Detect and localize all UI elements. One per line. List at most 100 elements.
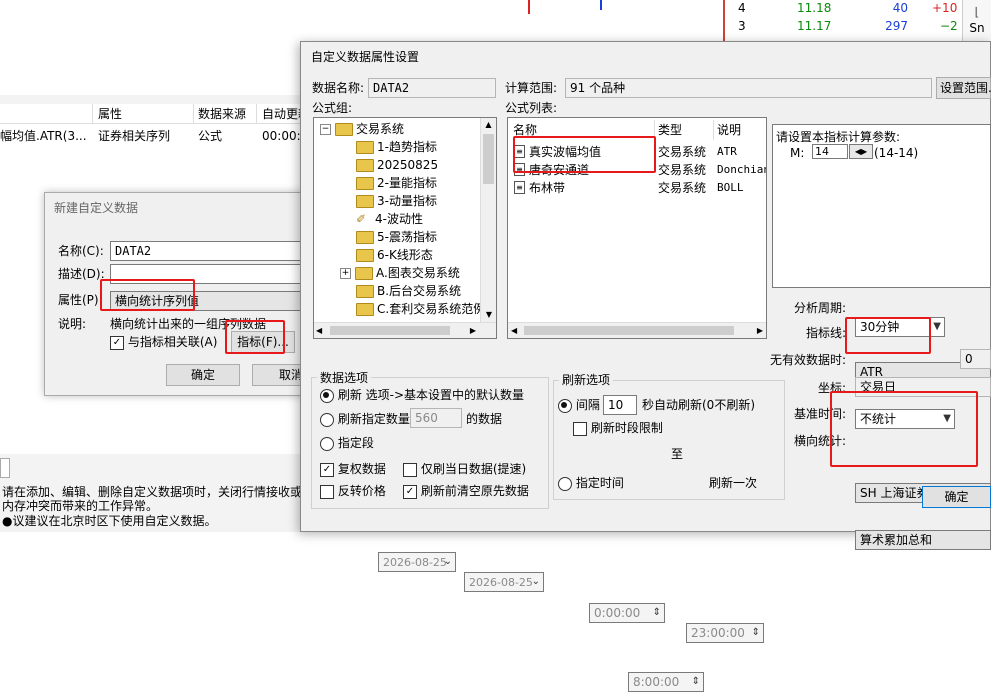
vertical-scrollbar[interactable]: ▲ ▼ <box>480 118 496 322</box>
tree-node[interactable]: − 交易系统 <box>320 120 404 138</box>
radio-icon <box>320 436 334 451</box>
scroll-up-icon[interactable]: ▲ <box>481 118 496 132</box>
group-title: 刷新选项 <box>559 372 614 388</box>
scroll-thumb[interactable] <box>524 326 734 335</box>
scroll-down-icon[interactable]: ▼ <box>481 308 496 322</box>
tree-node[interactable]: 5-震荡指标 <box>356 228 437 246</box>
scroll-right-icon[interactable]: ▶ <box>757 323 763 338</box>
list-header[interactable]: 说明 <box>717 122 741 138</box>
folder-icon <box>356 249 374 262</box>
bg-status-box <box>0 458 10 478</box>
ok-button[interactable]: 确定 <box>922 486 991 508</box>
time-from-picker[interactable]: 0:00:00 ⇕ <box>589 603 665 623</box>
tree-node[interactable]: B.后台交易系统 <box>356 282 461 300</box>
radio-selected-icon <box>558 398 572 413</box>
horizontal-scrollbar[interactable]: ◀ ▶ <box>508 322 766 338</box>
tree-node[interactable]: + A.图表交易系统 <box>340 264 460 282</box>
folder-icon <box>335 123 353 136</box>
scroll-thumb[interactable] <box>483 134 494 184</box>
formula-list-label: 公式列表: <box>505 101 558 115</box>
interval-suffix: 秒自动刷新(0不刷新) <box>642 398 755 412</box>
refresh-count-input[interactable]: 560 <box>410 408 462 428</box>
highlight-box <box>830 391 978 467</box>
param-m-label: M: <box>790 146 805 160</box>
today-only-checkbox[interactable]: 仅刷当日数据(提速) <box>403 461 526 477</box>
clear-before-checkbox[interactable]: ✓ 刷新前清空原先数据 <box>403 483 529 499</box>
time-to-picker[interactable]: 23:00:00 ⇕ <box>686 623 764 643</box>
bg-table-cell[interactable]: 证券相关序列 <box>98 128 170 144</box>
param-spinner[interactable]: ◀▶ <box>849 144 873 159</box>
refresh-default-radio[interactable]: 刷新 选项->基本设置中的默认数量 <box>320 387 524 403</box>
folder-icon <box>355 267 373 280</box>
scroll-right-icon[interactable]: ▶ <box>470 323 476 338</box>
scroll-left-icon[interactable]: ◀ <box>316 323 322 338</box>
indicator-line-label: 指标线: <box>806 326 847 340</box>
bg-table-cell[interactable]: 幅均值.ATR(3... <box>0 128 87 144</box>
adjust-checkbox[interactable]: ✓ 复权数据 <box>320 461 386 477</box>
horizontal-scrollbar[interactable]: ◀ ▶ <box>314 322 496 338</box>
checkbox-icon <box>573 421 587 436</box>
desc-label: 描述(D): <box>58 267 105 281</box>
scroll-thumb[interactable] <box>330 326 450 335</box>
spin-icon: ⇕ <box>652 607 661 618</box>
quote-volume: 40 <box>892 1 908 15</box>
checkbox-icon <box>403 462 417 477</box>
tree-node[interactable]: ✐ 4-波动性 <box>356 210 423 228</box>
chart-icon: ⌊ <box>974 5 980 19</box>
tree-node[interactable]: 3-动量指标 <box>356 192 437 210</box>
checkbox-checked-icon: ✓ <box>320 462 334 477</box>
ok-button[interactable]: 确定 <box>166 364 240 386</box>
scroll-left-icon[interactable]: ◀ <box>511 323 517 338</box>
dialog-title: 新建自定义数据 <box>54 201 139 215</box>
date-range-radio[interactable]: 指定段 <box>320 435 374 451</box>
spin-icon: ⇕ <box>751 627 760 638</box>
list-header[interactable]: 类型 <box>658 122 682 138</box>
time-limit-checkbox[interactable]: 刷新时段限制 <box>573 420 663 436</box>
interval-radio[interactable]: 间隔 <box>558 397 600 413</box>
refresh-count-radio[interactable]: 刷新指定数量 <box>320 411 410 427</box>
radio-icon <box>558 476 572 491</box>
quote-level: 3 <box>738 19 746 33</box>
bg-table-cell[interactable]: 公式 <box>198 128 222 144</box>
reverse-price-checkbox[interactable]: 反转价格 <box>320 483 386 499</box>
column-divider <box>193 104 194 124</box>
list-item[interactable]: ≡ 布林带 交易系统 BOLL <box>508 179 766 197</box>
spin-icon: ⇕ <box>691 676 700 687</box>
side-tab[interactable]: ⌊ Sn <box>962 0 991 42</box>
highlight-box <box>225 320 285 354</box>
bg-table-header-cell[interactable]: 数据来源 <box>198 106 246 122</box>
name-label: 名称(C): <box>58 244 104 258</box>
date-to-picker[interactable]: 2026-08-25 ⌄ <box>464 572 544 592</box>
link-checkbox[interactable]: ✓ 与指标相关联(A) <box>110 334 217 350</box>
fixed-time-suffix: 刷新一次 <box>709 476 758 490</box>
bg-table-header-cell[interactable]: 属性 <box>98 106 122 122</box>
highlight-box <box>513 136 656 173</box>
quote-price: 11.17 <box>797 19 832 33</box>
invalid-data-label: 无有效数据时: <box>770 353 847 367</box>
radio-selected-icon <box>320 388 334 403</box>
fixed-time-picker[interactable]: 8:00:00 ⇕ <box>628 672 704 692</box>
folder-icon <box>356 177 374 190</box>
fixed-time-radio[interactable]: 指定时间 <box>558 475 624 491</box>
formula-group-tree[interactable]: − 交易系统 1-趋势指标 20250825 2-量能指标 3-动量指标 ✐ 4-波… <box>313 117 497 339</box>
set-range-button[interactable]: 设置范围... <box>936 77 991 99</box>
interval-input[interactable]: 10 <box>603 395 637 415</box>
stat-select[interactable]: 算术累加总和 <box>855 530 991 550</box>
formula-doc-icon: ≡ <box>514 181 525 194</box>
name-input[interactable]: DATA2 <box>110 241 314 261</box>
spin-right-icon[interactable]: ▶ <box>861 147 867 156</box>
tree-node[interactable]: C.套利交易系统范例 <box>356 300 485 318</box>
date-from-picker[interactable]: 2026-08-25 ⌄ <box>378 552 456 572</box>
tree-node[interactable]: 20250825 <box>356 156 438 174</box>
highlight-box <box>845 317 931 354</box>
quote-price: 11.18 <box>797 1 832 15</box>
dropdown-arrow-icon: ⌄ <box>443 556 452 567</box>
param-prompt: 请设置本指标计算参数: <box>776 130 901 144</box>
column-divider <box>256 104 257 124</box>
param-m-input[interactable]: 14 <box>812 144 848 159</box>
tree-node[interactable]: 1-趋势指标 <box>356 138 437 156</box>
tree-node[interactable]: 6-K线形态 <box>356 246 433 264</box>
attr-label: 属性(P) <box>58 293 99 307</box>
tree-node[interactable]: 2-量能指标 <box>356 174 437 192</box>
folder-icon <box>356 141 374 154</box>
